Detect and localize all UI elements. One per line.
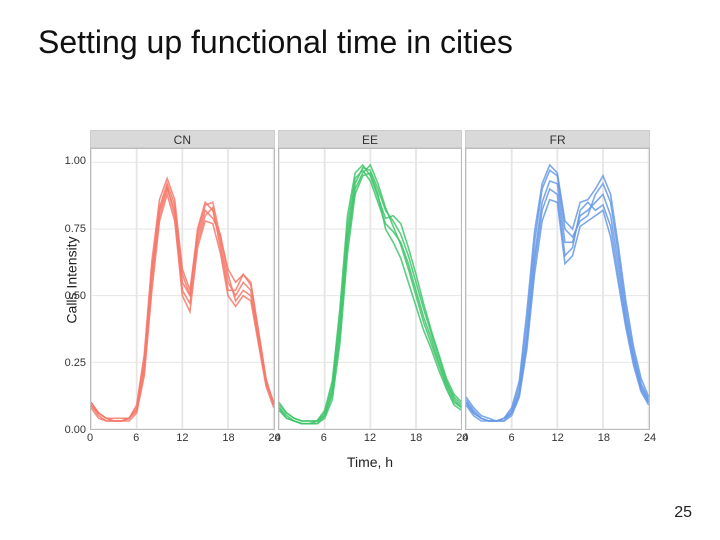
x-tick-label: 6 xyxy=(133,432,139,444)
x-tick-label: 0 xyxy=(275,432,281,444)
x-tick-label: 18 xyxy=(410,432,422,444)
x-tick-label: 0 xyxy=(462,432,468,444)
y-tick-labels: 0.000.250.500.751.00 xyxy=(52,148,86,430)
chart-facet: CN xyxy=(90,130,275,430)
facet-strip-label: FR xyxy=(465,130,650,148)
x-tick-label: 18 xyxy=(222,432,234,444)
y-tick-label: 1.00 xyxy=(65,155,86,167)
facet-strip-label: CN xyxy=(90,130,275,148)
x-tick-label: 6 xyxy=(508,432,514,444)
x-axis-label: Time, h xyxy=(90,454,650,470)
y-tick-label: 0.00 xyxy=(65,424,86,436)
x-tick-label: 12 xyxy=(176,432,188,444)
y-tick-label: 0.75 xyxy=(65,223,86,235)
x-tick-label: 18 xyxy=(598,432,610,444)
slide-title: Setting up functional time in cities xyxy=(38,24,682,61)
facet-panel xyxy=(465,148,650,430)
y-tick-label: 0.50 xyxy=(65,290,86,302)
x-tick-label: 6 xyxy=(321,432,327,444)
x-tick-label: 0 xyxy=(87,432,93,444)
chart-container: Calls Intensity Time, h 0.000.250.500.75… xyxy=(90,130,650,430)
x-tick-label: 24 xyxy=(644,432,656,444)
facet-panel xyxy=(278,148,463,430)
y-tick-label: 0.25 xyxy=(65,357,86,369)
x-tick-label: 12 xyxy=(552,432,564,444)
x-tick-labels: 061218240612182406121824 xyxy=(90,432,650,448)
chart-facet: EE xyxy=(278,130,463,430)
chart-facet: FR xyxy=(465,130,650,430)
chart-facets: CNEEFR xyxy=(90,130,650,430)
page-number: 25 xyxy=(674,504,692,522)
facet-strip-label: EE xyxy=(278,130,463,148)
x-tick-label: 12 xyxy=(364,432,376,444)
facet-panel xyxy=(90,148,275,430)
